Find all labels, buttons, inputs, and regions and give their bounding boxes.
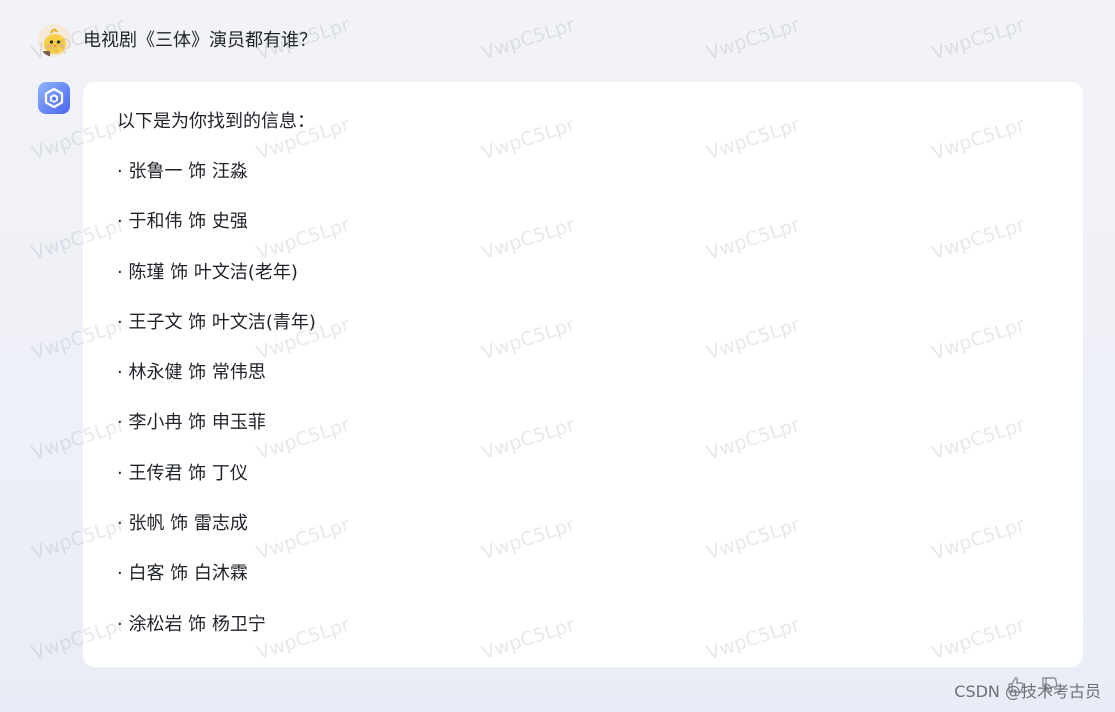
list-item: · 张鲁一 饰 汪淼: [117, 161, 248, 182]
list-item: · 陈瑾 饰 叶文洁(老年): [117, 261, 298, 283]
list-item: · 涂松岩 饰 杨卫宁: [117, 613, 266, 635]
user-question-text: 电视剧《三体》演员都有谁？: [83, 29, 317, 51]
assistant-avatar: [38, 82, 70, 114]
list-item: · 张帆 饰 雷志成: [117, 513, 248, 535]
list-item: · 林永健 饰 常伟思: [117, 362, 266, 384]
assistant-logo-icon: [38, 82, 70, 114]
user-message: 电视剧《三体》演员都有谁？: [38, 24, 317, 57]
list-item: · 王子文 饰 叶文洁(青年): [117, 311, 316, 333]
source-credit: CSDN @技术考古员: [954, 682, 1101, 701]
list-item: · 李小冉 饰 申玉菲: [117, 412, 266, 434]
watermark-text: VwpC5Lpr: [928, 13, 1028, 65]
watermark-text: VwpC5Lpr: [478, 13, 578, 65]
user-avatar[interactable]: [38, 24, 71, 57]
answer-intro: 以下是为你找到的信息：: [117, 111, 315, 132]
cast-list: · 张鲁一 饰 汪淼 · 于和伟 饰 史强 · 陈瑾 饰 叶文洁(老年) · 王…: [117, 160, 1049, 637]
list-item: · 王传君 饰 丁仪: [117, 462, 248, 484]
list-item: · 白客 饰 白沐霖: [117, 563, 248, 585]
assistant-answer-card: 以下是为你找到的信息： · 张鲁一 饰 汪淼 · 于和伟 饰 史强 · 陈瑾 饰…: [83, 82, 1083, 667]
watermark-text: VwpC5Lpr: [703, 13, 803, 65]
chick-avatar-icon: [38, 24, 71, 57]
list-item: · 于和伟 饰 史强: [117, 211, 248, 233]
